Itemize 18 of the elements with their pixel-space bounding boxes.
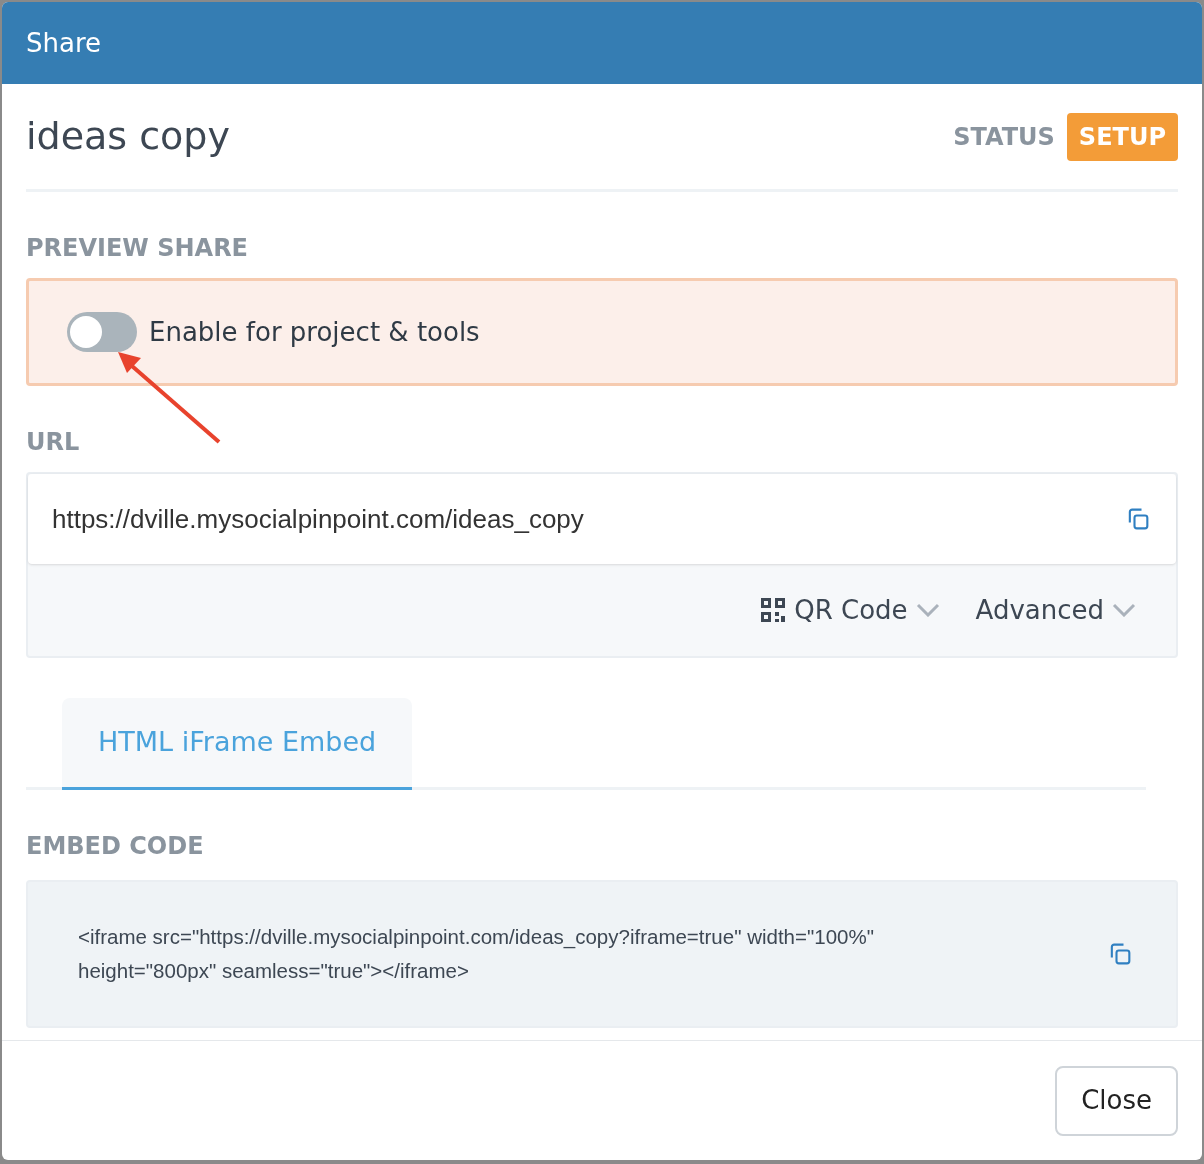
section-heading: EMBED CODE <box>26 831 205 862</box>
chevron-down-icon <box>1112 603 1136 617</box>
url-text: https://dville.mysocialpinpoint.com/ideas_copy <box>52 502 584 536</box>
status-label: STATUS <box>953 121 1055 153</box>
chevron-down-icon <box>915 603 940 617</box>
toggle-label: Enable for project & tools <box>149 315 480 349</box>
close-button[interactable]: Close <box>1055 1065 1178 1136</box>
toggle-switch[interactable] <box>67 312 137 352</box>
qr-code-icon <box>760 597 787 623</box>
embed-code-text: <iframe src="https://dville.mysocialpinpoint.com/ideas_copy?iframe=true" width="100%" height="800px" seamless="true"></iframe> <box>78 924 875 984</box>
dropdown-toggle[interactable]: QR Code <box>760 590 940 630</box>
project-title: ideas copy <box>26 113 230 160</box>
status-badge: SETUP <box>1066 112 1178 161</box>
window-title: Share <box>26 26 102 60</box>
url-field[interactable]: https://dville.mysocialpinpoint.com/ideas_copy <box>28 474 1176 564</box>
section-heading: URL <box>26 427 81 458</box>
dropdown-toggle[interactable]: Advanced <box>975 590 1136 630</box>
section-heading: PREVIEW SHARE <box>26 233 249 264</box>
